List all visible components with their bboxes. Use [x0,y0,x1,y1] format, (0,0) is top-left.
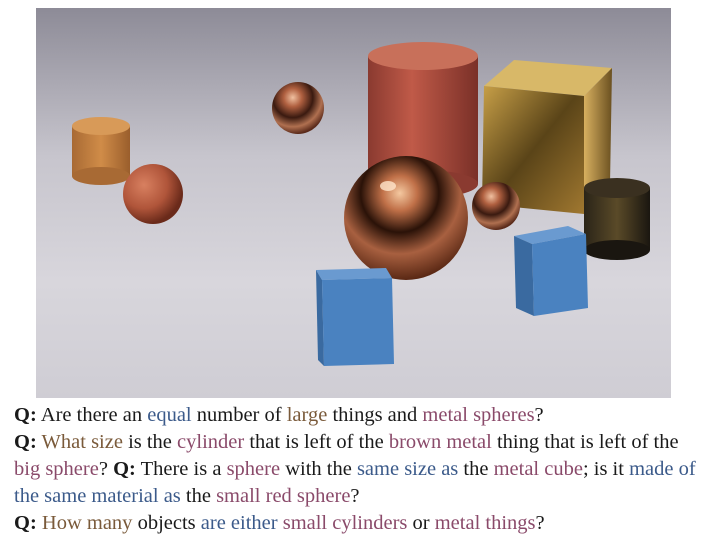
question-text: small red sphere [216,485,351,507]
small-metal-sphere-right [472,182,520,230]
small-brown-cylinder [72,117,130,185]
question-text: metal spheres [422,404,535,426]
question-text: or [407,512,435,534]
question-text: number of [191,404,287,426]
question-text: How many [41,512,133,534]
question-text: things and [327,404,423,426]
question-text: ? [535,512,545,534]
question-text: small cylinders [282,512,408,534]
large-metal-sphere [344,156,468,280]
question-text: ? [534,404,544,426]
small-dark-metal-cylinder [584,178,650,260]
question-text: thing that is left of the [491,431,679,453]
question-text: ; is it [582,458,630,480]
question-text: same size as [356,458,459,480]
question-text: equal [147,404,192,426]
question-text: the [180,485,217,507]
blue-cube-right [514,226,588,316]
question-text: ? [350,485,360,507]
question-text: are either [200,512,278,534]
scene-illustration [72,42,650,366]
question-text: metal cube [493,458,583,480]
question-paragraph: Q: Are there an equal number of large th… [14,402,698,429]
question-label: Q: [113,458,136,480]
question-text: large [286,404,328,426]
question-text: There is a [140,458,227,480]
question-text: brown metal [388,431,492,453]
question-paragraph: Q: What size is the cylinder that is lef… [14,429,698,510]
question-text: Are there an [40,404,148,426]
question-label: Q: [14,431,37,453]
question-text: sphere [226,458,281,480]
question-text: cylinder [177,431,245,453]
question-paragraph: Q: How many objects are either small cyl… [14,510,698,537]
question-label: Q: [14,404,37,426]
question-text: with the [280,458,357,480]
question-text: ? [98,458,114,480]
question-label: Q: [14,512,37,534]
question-text: What size [41,431,123,453]
question-text: is the [122,431,178,453]
question-text: big sphere [14,458,99,480]
question-text: metal things [434,512,536,534]
small-red-sphere [123,164,183,224]
small-metal-sphere [272,82,324,134]
question-text: objects [132,512,201,534]
questions-block: Q: Are there an equal number of large th… [14,402,698,537]
rendered-scene-image [36,8,671,398]
blue-cube-front [316,268,394,366]
question-text: the [458,458,494,480]
question-text: that is left of the [244,431,389,453]
